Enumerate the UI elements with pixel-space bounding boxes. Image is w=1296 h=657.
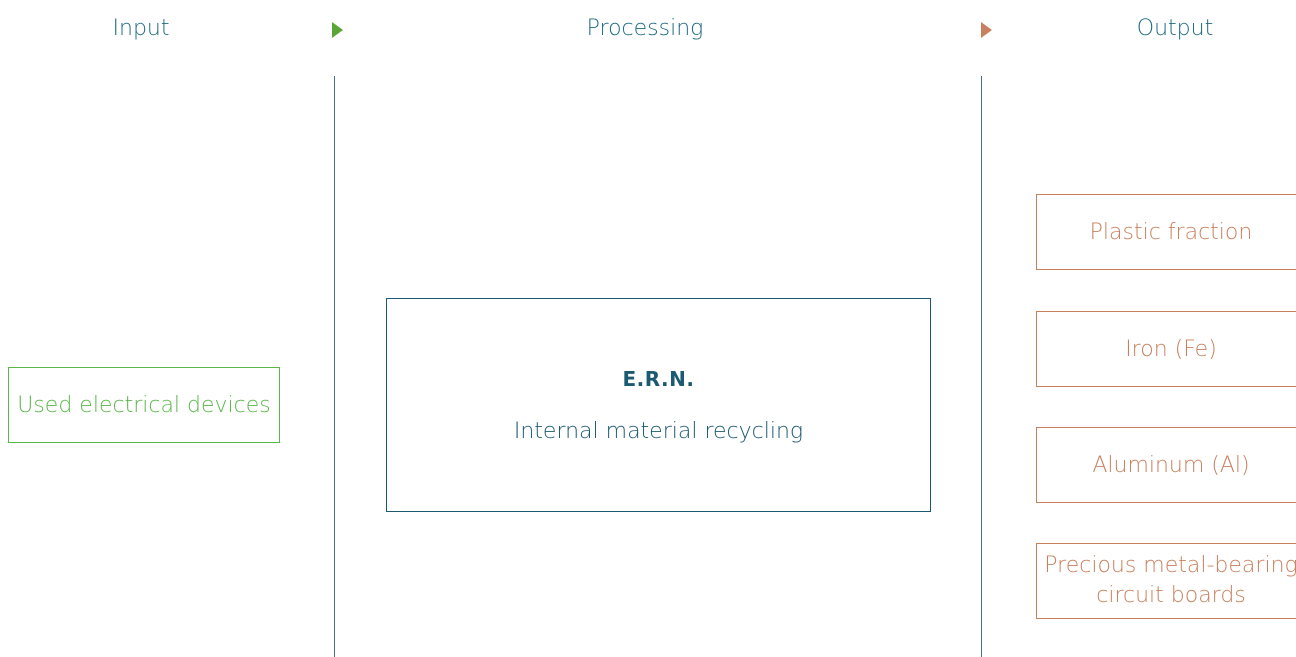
column-header-output: Output (1136, 16, 1214, 41)
input-box: Used electrical devices (8, 367, 280, 443)
column-header-input: Input (112, 16, 170, 41)
arrow-right-icon (981, 22, 992, 38)
arrow-right-icon (332, 22, 343, 38)
input-box-label: Used electrical devices (17, 392, 271, 418)
output-box-circuit-boards: Precious metal-bearing circuit boards (1036, 543, 1296, 619)
output-box-label: Iron (Fe) (1125, 336, 1217, 362)
processing-box: E.R.N. Internal material recycling (386, 298, 931, 512)
output-box-iron: Iron (Fe) (1036, 311, 1296, 387)
processing-title: E.R.N. (622, 366, 695, 391)
column-header-processing: Processing (586, 16, 704, 41)
output-box-aluminum: Aluminum (Al) (1036, 427, 1296, 503)
processing-subtitle: Internal material recycling (513, 418, 804, 444)
output-box-label: Aluminum (Al) (1092, 452, 1250, 478)
output-box-label-line2: circuit boards (1096, 583, 1246, 608)
output-box-label: Plastic fraction (1089, 219, 1253, 245)
output-box-label-line1: Precious metal-bearing (1044, 553, 1296, 578)
column-divider (334, 76, 335, 657)
output-box-plastic: Plastic fraction (1036, 194, 1296, 270)
column-divider (981, 76, 982, 657)
